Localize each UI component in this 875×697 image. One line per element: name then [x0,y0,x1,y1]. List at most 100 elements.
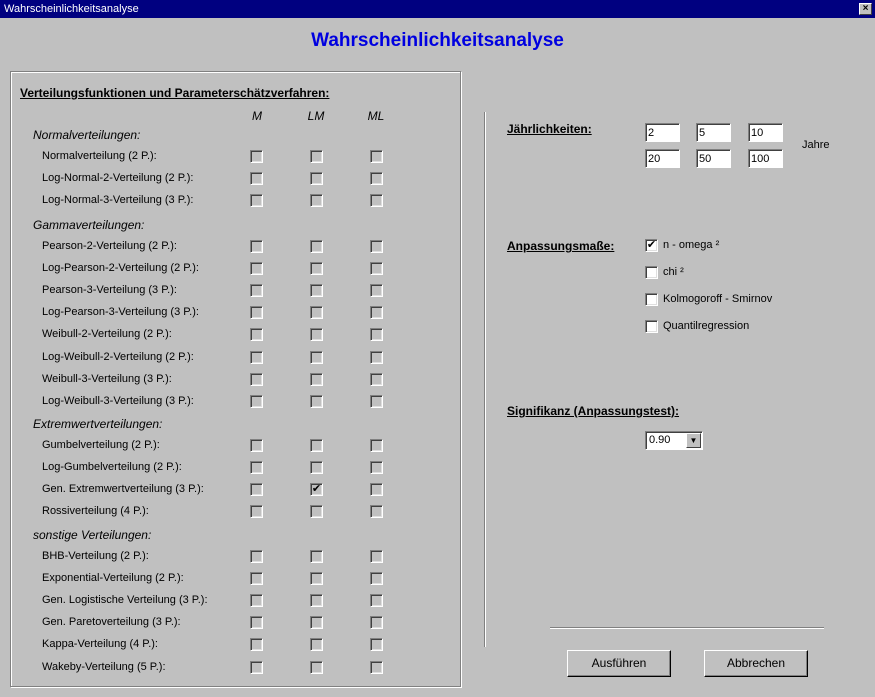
checkbox-lm[interactable] [310,240,323,253]
distribution-heading: Verteilungsfunktionen und Parameterschät… [20,86,330,100]
significance-select[interactable]: 0.90 ▼ [645,431,703,450]
checkbox-lm[interactable] [310,439,323,452]
checkbox-m[interactable] [250,660,263,674]
checkbox-lm[interactable] [310,306,323,320]
distribution-label: Log-Normal-3-Verteilung (3 P.): [42,194,194,207]
checkbox-m[interactable] [250,572,263,586]
checkbox-m[interactable] [250,505,263,519]
checkbox-ml[interactable] [370,660,383,674]
dropdown-arrow-icon[interactable]: ▼ [686,433,701,448]
return-period-field-5[interactable] [696,149,731,168]
column-header-m: M [252,109,262,123]
fit-measure-checkbox[interactable] [645,266,658,279]
dialog-window: Wahrscheinlichkeitsanalyse × Wahrscheinl… [0,0,875,697]
checkbox-ml[interactable] [370,439,383,452]
fit-measure-label: Quantilregression [663,320,750,332]
checkbox-lm[interactable] [310,660,323,674]
checkbox-m[interactable] [250,240,263,253]
distribution-label: BHB-Verteilung (2 P.): [42,550,149,562]
checkbox-m[interactable] [250,638,263,652]
fit-measure-label: chi ² [663,266,684,278]
checkbox-lm[interactable] [310,172,323,186]
checkbox-m[interactable] [250,439,263,452]
run-button[interactable]: Ausführen [567,650,671,677]
checkbox-m[interactable] [250,150,263,163]
checkbox-m[interactable] [250,461,263,475]
checkbox-ml[interactable] [370,616,383,630]
checkbox-m[interactable] [250,328,263,342]
checkbox-ml[interactable] [370,505,383,519]
return-period-field-4[interactable] [645,149,680,168]
distribution-label: Kappa-Verteilung (4 P.): [42,638,158,651]
checkbox-m[interactable] [250,284,263,298]
checkbox-m[interactable] [250,350,263,364]
checkbox-ml[interactable] [370,550,383,563]
checkbox-lm[interactable] [310,394,323,408]
checkbox-lm[interactable] [310,616,323,630]
checkbox-ml[interactable] [370,284,383,298]
group-label: Extremwertverteilungen: [33,417,163,431]
checkbox-lm[interactable] [310,328,323,342]
checkbox-ml[interactable] [370,350,383,364]
checkbox-lm[interactable] [310,194,323,208]
fit-measures-heading: Anpassungsmaße: [507,239,615,253]
checkbox-m[interactable] [250,550,263,563]
checkbox-ml[interactable] [370,572,383,586]
checkbox-lm[interactable] [310,461,323,475]
checkbox-m[interactable] [250,594,263,608]
distribution-label: Pearson-2-Verteilung (2 P.): [42,240,177,252]
checkbox-lm[interactable] [310,638,323,652]
return-period-field-2[interactable] [696,123,731,142]
checkbox-ml[interactable] [370,638,383,652]
checkbox-lm[interactable] [310,372,323,386]
distribution-label: Normalverteilung (2 P.): [42,150,157,162]
fit-measure-checkbox[interactable]: ✔ [645,239,658,252]
checkbox-lm[interactable] [310,262,323,276]
return-periods-heading: Jährlichkeiten: [507,122,592,136]
fit-measure-checkbox[interactable] [645,293,658,306]
checkbox-ml[interactable] [370,461,383,475]
cancel-button[interactable]: Abbrechen [704,650,808,677]
checkbox-lm[interactable]: ✔ [310,483,323,497]
distribution-label: Rossiverteilung (4 P.): [42,505,149,518]
checkbox-m[interactable] [250,194,263,208]
distribution-label: Weibull-2-Verteilung (2 P.): [42,328,172,341]
close-button[interactable]: × [859,3,872,15]
significance-heading: Signifikanz (Anpassungstest): [507,404,680,418]
checkbox-ml[interactable] [370,483,383,497]
horizontal-separator [550,627,824,629]
return-period-field-3[interactable] [748,123,783,142]
checkbox-m[interactable] [250,372,263,386]
checkbox-ml[interactable] [370,150,383,163]
checkbox-ml[interactable] [370,394,383,408]
checkbox-m[interactable] [250,306,263,320]
checkbox-ml[interactable] [370,372,383,386]
checkbox-lm[interactable] [310,550,323,563]
checkbox-lm[interactable] [310,350,323,364]
checkbox-m[interactable] [250,394,263,408]
return-period-field-6[interactable] [748,149,783,168]
checkbox-m[interactable] [250,262,263,276]
checkbox-ml[interactable] [370,262,383,276]
distribution-label: Log-Pearson-2-Verteilung (2 P.): [42,262,199,275]
checkbox-ml[interactable] [370,240,383,253]
checkbox-m[interactable] [250,483,263,497]
checkbox-m[interactable] [250,172,263,186]
checkbox-lm[interactable] [310,505,323,519]
distribution-label: Pearson-3-Verteilung (3 P.): [42,284,177,297]
checkbox-lm[interactable] [310,150,323,163]
checkbox-ml[interactable] [370,328,383,342]
distribution-label: Wakeby-Verteilung (5 P.): [42,660,166,673]
checkbox-ml[interactable] [370,306,383,320]
checkbox-lm[interactable] [310,594,323,608]
checkbox-ml[interactable] [370,594,383,608]
distribution-label: Gen. Extremwertverteilung (3 P.): [42,483,204,496]
return-period-field-1[interactable] [645,123,680,142]
checkbox-ml[interactable] [370,172,383,186]
checkbox-lm[interactable] [310,572,323,586]
checkbox-ml[interactable] [370,194,383,208]
checkbox-m[interactable] [250,616,263,630]
group-label: sonstige Verteilungen: [33,528,152,542]
checkbox-lm[interactable] [310,284,323,298]
fit-measure-checkbox[interactable] [645,320,658,333]
